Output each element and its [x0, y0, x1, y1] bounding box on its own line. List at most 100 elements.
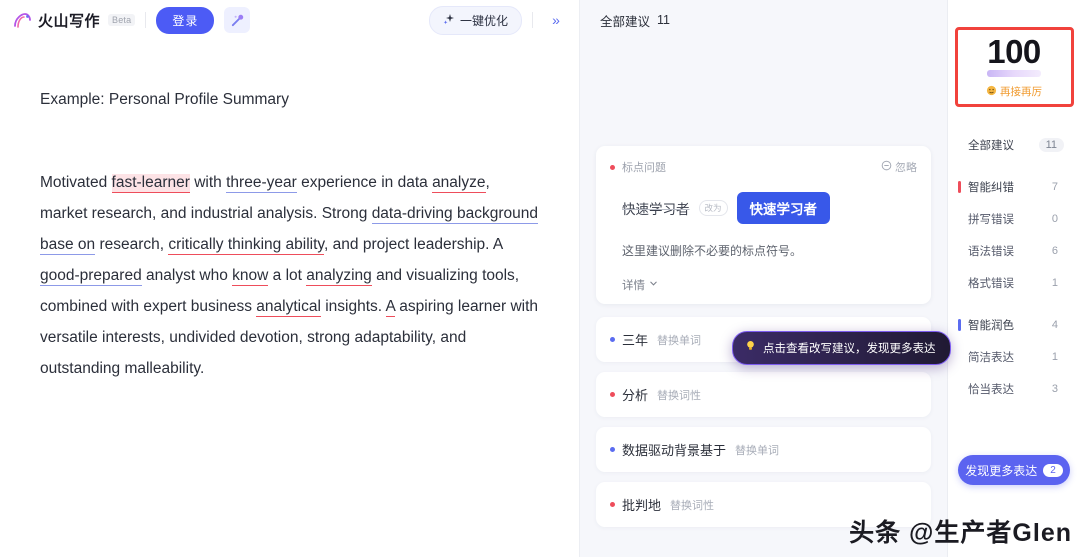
text-segment: research,	[95, 236, 169, 254]
brand-logo: 火山写作 Beta	[12, 10, 136, 31]
list-item-action: 替换单词	[735, 444, 780, 457]
error-underline-analyzing[interactable]: analyzing	[306, 267, 372, 287]
volcano-logo-icon	[12, 10, 33, 31]
error-highlight-fast-learner[interactable]: fast-learner	[111, 174, 190, 194]
error-underline-know[interactable]: know	[232, 267, 269, 287]
text-segment: Motivated	[40, 174, 112, 192]
category-dot-icon	[610, 447, 615, 452]
score-value: 100	[987, 33, 1041, 70]
category-dot-icon	[610, 502, 615, 507]
suggestions-header-title: 全部建议	[600, 14, 651, 29]
tooltip-text: 点击查看改写建议，发现更多表达	[763, 343, 936, 355]
suggestion-replacement-row: 快速学习者 改为 快速学习者	[622, 192, 917, 224]
category-item-all[interactable]: 全部建议 11	[948, 129, 1080, 161]
category-count: 3	[1051, 383, 1058, 395]
score-highlight-box: 100 再接再厉	[954, 27, 1074, 107]
list-item-action: 替换词性	[670, 499, 715, 512]
suggestion-detail-toggle[interactable]: 详情	[622, 277, 917, 293]
error-underline-critically-thinking[interactable]: critically thinking ability	[168, 236, 325, 256]
list-item[interactable]: 分析 替换词性	[596, 372, 931, 417]
category-marker-icon	[958, 319, 961, 331]
magic-wand-icon[interactable]	[224, 7, 251, 33]
text-segment: experience in data	[296, 174, 433, 192]
smiley-icon	[986, 85, 997, 99]
suggestion-underline-three-year[interactable]: three-year	[226, 174, 297, 194]
category-dot-icon	[610, 392, 615, 397]
category-item-concise[interactable]: 简洁表达 1	[948, 341, 1080, 373]
category-label: 语法错误	[968, 246, 1014, 258]
suggestion-tag: 标点问题	[622, 162, 666, 174]
suggestion-description: 这里建议删除不必要的标点符号。	[622, 244, 803, 258]
rewrite-tooltip: 点击查看改写建议，发现更多表达	[732, 331, 951, 365]
toolbar-divider-2	[532, 12, 533, 28]
list-item-text: 批判地	[622, 498, 662, 513]
one-click-optimize-button[interactable]: 一键优化	[428, 5, 522, 35]
text-segment: analyst who	[141, 267, 233, 285]
category-dot-icon	[610, 164, 615, 170]
category-count: 0	[1051, 213, 1058, 225]
score-caption-text: 再接再厉	[1000, 86, 1042, 98]
error-underline-a[interactable]: A	[385, 298, 395, 318]
error-underline-analytical[interactable]: analytical	[256, 298, 321, 318]
beta-badge: Beta	[108, 14, 136, 26]
list-item-text: 三年	[622, 333, 649, 348]
discover-more-label: 发现更多表达	[965, 463, 1038, 478]
category-count: 11	[1038, 138, 1064, 152]
list-item-action: 替换词性	[657, 389, 702, 402]
category-count: 6	[1051, 245, 1058, 257]
list-item[interactable]: 数据驱动背景基于 替换单词	[596, 427, 931, 472]
discover-more-button[interactable]: 发现更多表达 2	[958, 455, 1070, 485]
score-pane: 100 再接再厉 全部建议 11 智能纠错 7 拼写错误 0 语法错误 6 格式…	[948, 0, 1080, 557]
category-list: 全部建议 11 智能纠错 7 拼写错误 0 语法错误 6 格式错误 1 智能润色…	[948, 129, 1080, 405]
category-count: 4	[1051, 319, 1058, 331]
category-item-smart-polish[interactable]: 智能润色 4	[948, 309, 1080, 341]
category-dot-icon	[610, 337, 615, 342]
suggestion-card[interactable]: 标点问题 忽略 快速学习者 改为 快速学习者 这里建议删除不必要的标点符号。 详…	[596, 146, 931, 304]
category-label: 简洁表达	[968, 352, 1014, 364]
sparkle-icon	[443, 13, 455, 28]
list-item-text: 数据驱动背景基于	[622, 443, 727, 458]
suggestions-header-count: 11	[657, 13, 670, 27]
category-item-spelling[interactable]: 拼写错误 0	[948, 203, 1080, 235]
apply-suggestion-button[interactable]: 快速学习者	[736, 192, 831, 224]
double-chevron-right-icon[interactable]: »	[543, 7, 569, 33]
toolbar-divider	[145, 12, 147, 28]
category-item-smart-correction[interactable]: 智能纠错 7	[948, 171, 1080, 203]
category-count: 1	[1051, 277, 1058, 289]
discover-more-badge: 2	[1043, 463, 1063, 477]
category-item-appropriate[interactable]: 恰当表达 3	[948, 373, 1080, 405]
suggestion-underline-good-prepared[interactable]: good-prepared	[40, 267, 142, 287]
lightbulb-icon	[744, 339, 757, 357]
suggestions-header: 全部建议 11	[580, 0, 947, 40]
ignore-circle-icon	[881, 160, 892, 174]
list-item-action: 替换单词	[657, 334, 702, 347]
optimize-label: 一键优化	[459, 13, 508, 28]
category-gap-2	[948, 299, 1080, 309]
app-root: 火山写作 Beta 登录 一键优化 » Example: Personal Pr…	[0, 0, 1080, 557]
category-marker-icon	[958, 181, 961, 193]
category-count: 1	[1051, 351, 1058, 363]
score-caption: 再接再厉	[986, 84, 1042, 99]
brand-name: 火山写作	[38, 12, 101, 30]
category-label: 全部建议	[968, 140, 1014, 152]
category-label: 拼写错误	[968, 214, 1014, 226]
text-segment: with	[189, 174, 227, 192]
error-underline-analyze[interactable]: analyze	[432, 174, 486, 194]
suggestions-pane: 全部建议 11 标点问题 忽略 快速学习者 改为 快速学习者 这里建议删除不必要…	[580, 0, 951, 557]
text-segment: , and project leadership. A	[324, 236, 503, 254]
document-paragraph: Motivated fast-learner with three-year e…	[40, 167, 539, 384]
ignore-button[interactable]: 忽略	[881, 159, 917, 175]
text-segment: insights.	[320, 298, 386, 316]
watermark: 头条 @生产者Glen	[849, 519, 1072, 547]
category-item-grammar[interactable]: 语法错误 6	[948, 235, 1080, 267]
category-label: 智能纠错	[968, 182, 1014, 194]
suggestions-list[interactable]: 标点问题 忽略 快速学习者 改为 快速学习者 这里建议删除不必要的标点符号。 详…	[580, 40, 951, 557]
score-underline-decoration	[987, 70, 1041, 77]
document-body[interactable]: Example: Personal Profile Summary Motiva…	[0, 40, 579, 557]
category-label: 智能润色	[968, 320, 1014, 332]
login-button[interactable]: 登录	[156, 6, 215, 34]
replace-arrow-label: 改为	[698, 200, 728, 216]
category-label: 恰当表达	[968, 384, 1014, 396]
category-item-format[interactable]: 格式错误 1	[948, 267, 1080, 299]
category-label: 格式错误	[968, 278, 1014, 290]
